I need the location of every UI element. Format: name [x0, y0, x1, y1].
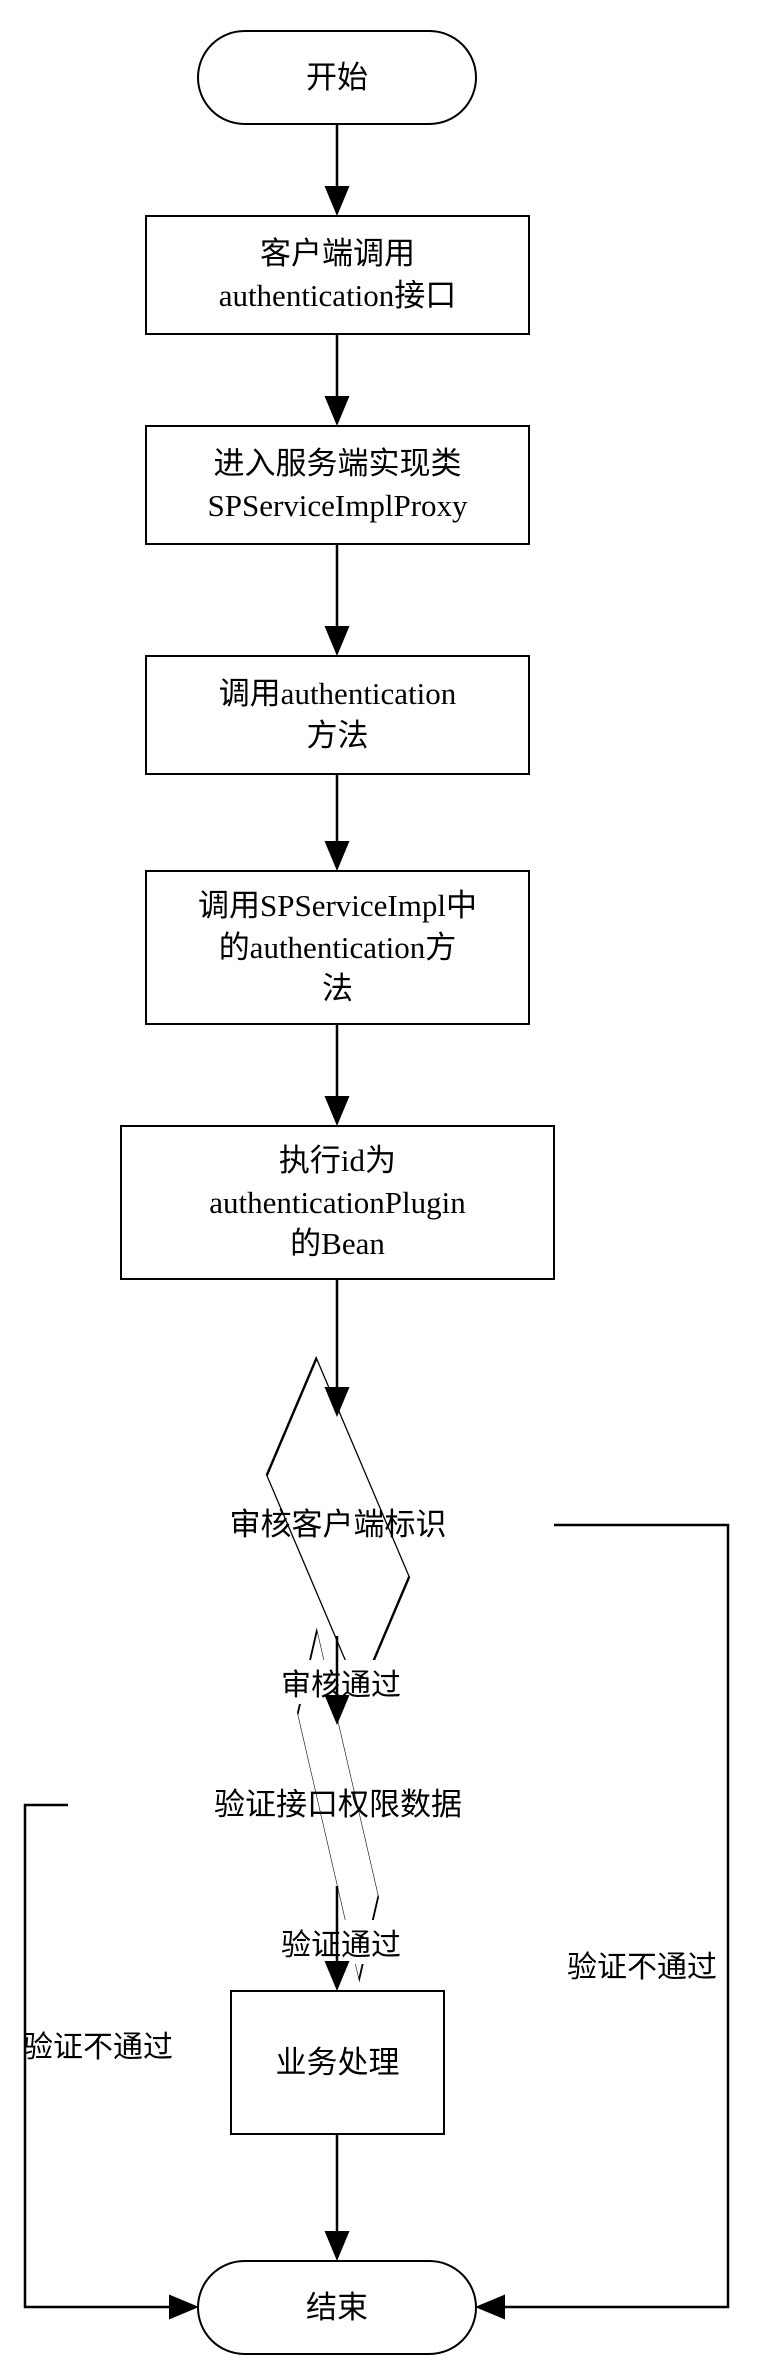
edge-d1-pass: 审核通过	[278, 1660, 404, 1704]
decision-verify-permission: 验证接口权限数据	[62, 1720, 614, 1890]
edge-d2-pass: 验证通过	[278, 1920, 404, 1964]
step-6-label: 业务处理	[276, 2042, 400, 2084]
step-exec-bean: 执行id为 authenticationPlugin 的Bean	[120, 1125, 555, 1280]
flowchart-container: 开始 客户端调用 authentication接口 进入服务端实现类 SPSer…	[0, 0, 776, 2368]
step-call-auth-method: 调用authentication 方法	[145, 655, 530, 775]
edge-d2-fail: 验证不通过	[20, 2022, 176, 2066]
step-2-label: 进入服务端实现类 SPServiceImplProxy	[207, 443, 467, 527]
end-terminal: 结束	[197, 2260, 477, 2355]
step-3-label: 调用authentication 方法	[219, 673, 457, 757]
step-call-impl-auth: 调用SPServiceImpl中 的authentication方 法	[145, 870, 530, 1025]
step-1-label: 客户端调用 authentication接口	[219, 233, 457, 317]
start-label: 开始	[306, 57, 368, 99]
step-client-call: 客户端调用 authentication接口	[145, 215, 530, 335]
start-terminal: 开始	[197, 30, 477, 125]
end-label: 结束	[306, 2287, 368, 2329]
step-4-label: 调用SPServiceImpl中 的authentication方 法	[198, 885, 477, 1011]
edge-d1-fail: 验证不通过	[564, 1942, 720, 1986]
decision-verify-client: 审核客户端标识	[118, 1410, 558, 1640]
step-enter-proxy: 进入服务端实现类 SPServiceImplProxy	[145, 425, 530, 545]
step-business-process: 业务处理	[230, 1990, 445, 2135]
step-5-label: 执行id为 authenticationPlugin 的Bean	[209, 1140, 466, 1266]
